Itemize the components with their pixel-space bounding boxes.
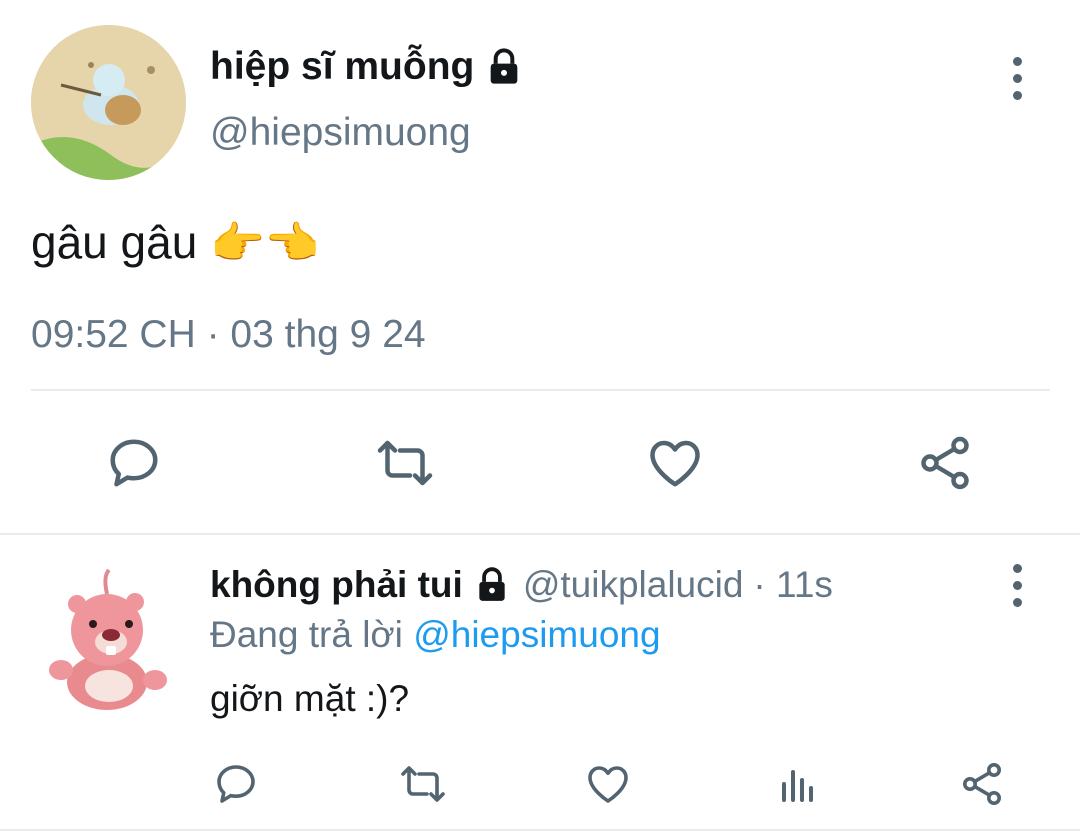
dot <box>1012 57 1022 66</box>
like-icon[interactable] <box>645 433 705 493</box>
reply-more-options-button[interactable] <box>1007 564 1027 607</box>
avatar-image <box>49 568 167 710</box>
pointing-fingers-emoji: 👉👈 <box>210 219 320 268</box>
reply-text: giỡn mặt :)? <box>210 678 410 719</box>
tweet-text: gâu gâu 👉👈 <box>31 215 320 271</box>
retweet-icon[interactable] <box>396 760 450 808</box>
tweet-timestamp[interactable]: 09:52 CH · 03 thg 9 24 <box>31 312 426 358</box>
dot <box>1012 91 1022 100</box>
divider <box>31 389 1050 391</box>
replying-to-prefix: Đang trả lời <box>210 614 403 655</box>
reply-icon[interactable] <box>104 433 164 493</box>
like-icon[interactable] <box>584 760 632 808</box>
lock-icon <box>484 47 524 87</box>
dot <box>1012 74 1022 83</box>
lock-icon <box>473 566 511 604</box>
dot <box>1012 564 1022 573</box>
reply-time-ago: · 11s <box>753 564 833 605</box>
bottom-divider <box>0 829 1080 831</box>
dot <box>1012 581 1022 590</box>
author-avatar[interactable] <box>31 25 186 180</box>
replying-to-line: Đang trả lời @hiepsimuong <box>210 612 661 658</box>
section-divider <box>0 533 1080 535</box>
reply-author-handle[interactable]: @tuikplalucid <box>523 562 744 608</box>
analytics-icon[interactable] <box>774 760 822 808</box>
tweet-text-body: gâu gâu <box>31 216 198 268</box>
share-icon[interactable] <box>958 760 1006 808</box>
reply-header: không phải tui @tuikplalucid · 11s <box>210 562 833 608</box>
retweet-icon[interactable] <box>371 433 439 493</box>
author-handle[interactable]: @hiepsimuong <box>210 110 471 156</box>
author-display-name[interactable]: hiệp sĩ muỗng <box>210 44 524 90</box>
more-options-button[interactable] <box>1007 57 1027 100</box>
author-name-text: hiệp sĩ muỗng <box>210 45 475 88</box>
reply-author-avatar[interactable] <box>43 562 171 712</box>
reply-icon[interactable] <box>212 760 260 808</box>
dot <box>1012 598 1022 607</box>
reply-author-display-name[interactable]: không phải tui <box>210 562 463 608</box>
avatar-image <box>31 25 186 180</box>
replying-to-link[interactable]: @hiepsimuong <box>413 614 660 655</box>
share-icon[interactable] <box>915 433 975 493</box>
